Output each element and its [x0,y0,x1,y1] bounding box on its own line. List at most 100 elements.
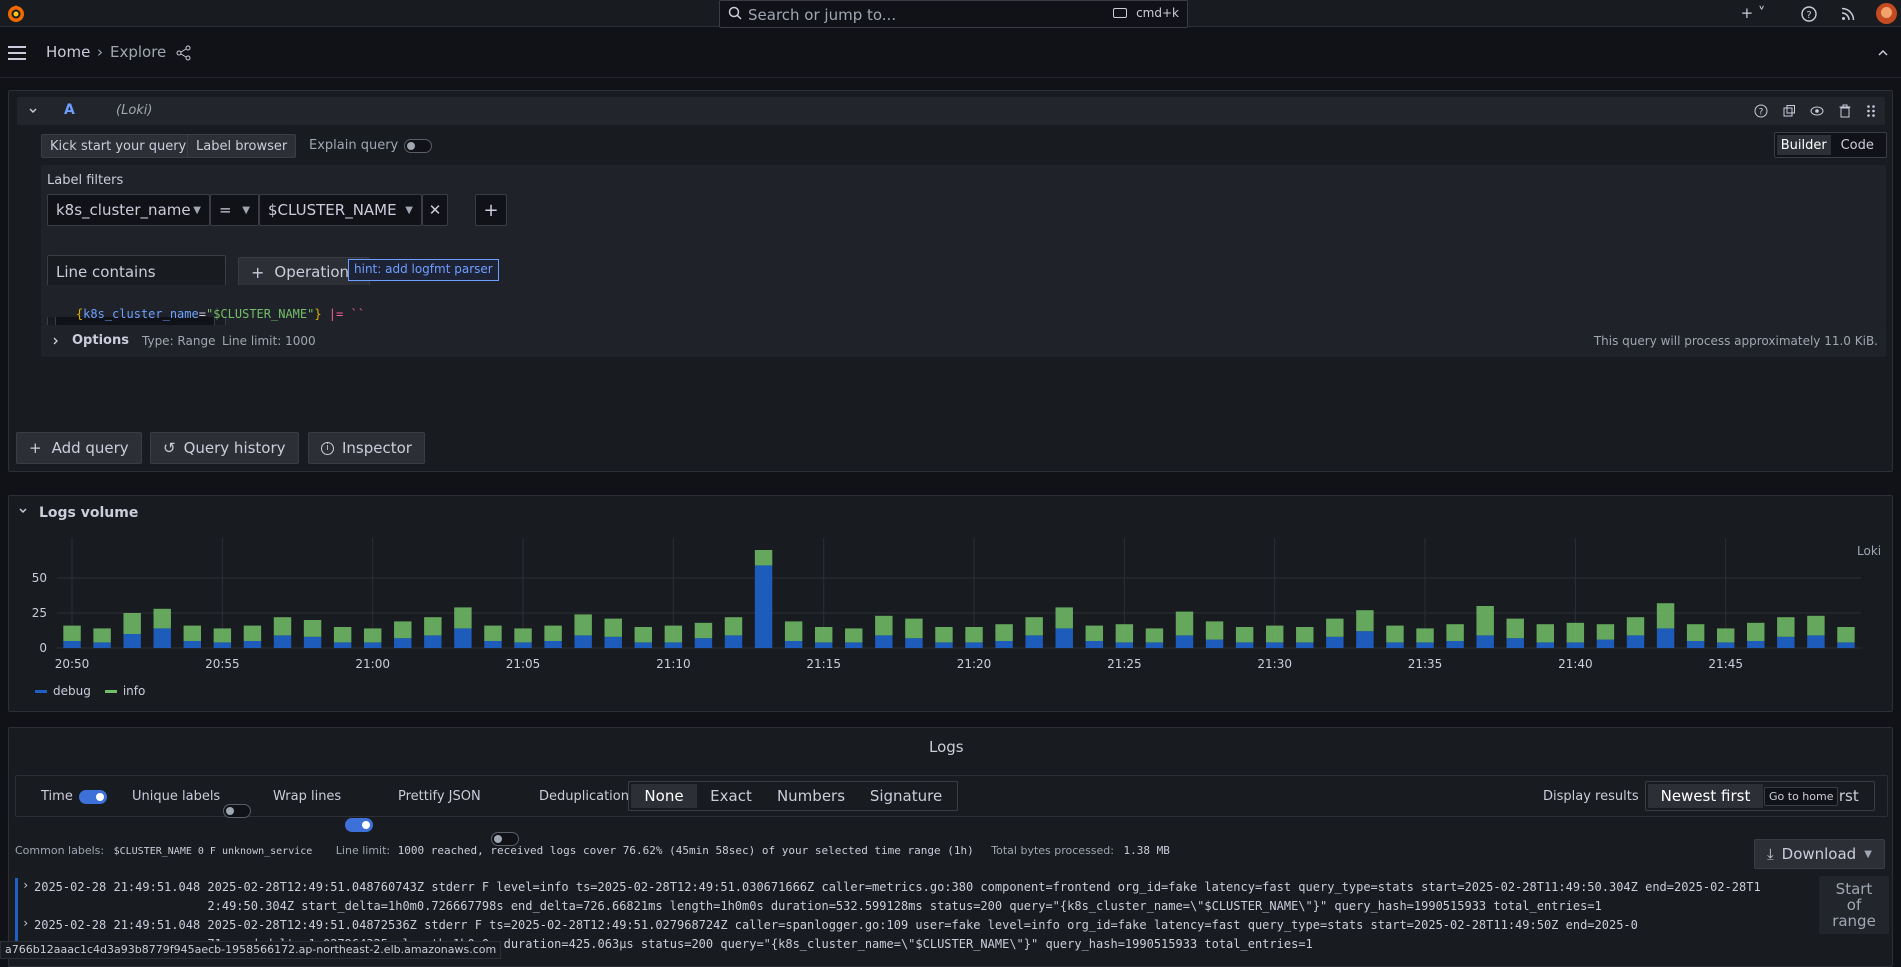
dedup-signature[interactable]: Signature [857,784,955,808]
bar-debug[interactable] [484,641,502,648]
bar-debug[interactable] [845,642,863,648]
bar-info[interactable] [1506,618,1524,639]
bar-info[interactable] [1807,615,1825,636]
expand-row-chevron-icon[interactable]: › [22,878,29,892]
bar-info[interactable] [1536,624,1555,643]
wrap-lines-toggle[interactable] [345,818,373,832]
menu-icon[interactable] [8,46,26,60]
sort-newest-first[interactable]: Newest first [1648,784,1763,808]
bar-debug[interactable] [1777,636,1795,648]
bar-debug[interactable] [424,635,442,648]
breadcrumb-home[interactable]: Home [46,43,90,61]
bar-debug[interactable] [1747,641,1765,648]
bar-debug[interactable] [1235,642,1254,648]
code-mode-button[interactable]: Code [1831,135,1885,155]
bar-info[interactable] [153,608,171,629]
bar-info[interactable] [183,625,202,641]
bar-info[interactable] [1356,610,1374,632]
bar-debug[interactable] [1596,639,1615,648]
bar-debug[interactable] [1566,642,1585,648]
bar-debug[interactable] [1656,628,1675,648]
bar-debug[interactable] [664,642,683,648]
bar-debug[interactable] [1686,641,1705,648]
bar-debug[interactable] [754,565,773,648]
bar-info[interactable] [1386,625,1404,643]
bar-info[interactable] [1777,617,1795,637]
bar-info[interactable] [333,627,352,643]
bar-info[interactable] [303,620,322,637]
bar-debug[interactable] [965,642,983,648]
filter-operator-select[interactable]: = ▼ [210,194,259,226]
bar-info[interactable] [1085,625,1104,641]
remove-filter-button[interactable]: ✕ [422,194,448,226]
bar-debug[interactable] [1386,642,1404,648]
bar-info[interactable] [243,625,262,641]
explain-query-toggle[interactable] [404,139,432,153]
bar-debug[interactable] [93,642,111,648]
bar-debug[interactable] [905,638,923,648]
bar-info[interactable] [1235,627,1254,643]
bar-info[interactable] [273,617,292,636]
bar-info[interactable] [724,617,743,636]
bar-info[interactable] [1626,617,1645,636]
bar-info[interactable] [574,614,592,636]
bar-debug[interactable] [1145,642,1164,648]
bar-info[interactable] [213,628,232,643]
bar-debug[interactable] [1807,635,1825,648]
bar-debug[interactable] [514,642,532,648]
bar-info[interactable] [1596,624,1615,640]
bar-info[interactable] [905,618,923,639]
bar-debug[interactable] [1536,642,1555,648]
bar-info[interactable] [1265,625,1284,643]
bar-info[interactable] [784,621,803,641]
bar-info[interactable] [1416,628,1434,643]
bar-debug[interactable] [935,642,953,648]
bar-info[interactable] [995,624,1013,641]
bar-debug[interactable] [574,635,592,648]
bar-info[interactable] [1025,617,1043,636]
bar-debug[interactable] [1837,642,1855,648]
bar-info[interactable] [604,618,622,637]
bar-info[interactable] [814,627,833,643]
bar-debug[interactable] [1506,638,1524,648]
bar-info[interactable] [63,625,81,641]
news-feed-icon[interactable] [1838,4,1858,24]
collapse-chevron-up-icon[interactable] [1876,46,1890,60]
bar-info[interactable] [1115,624,1134,643]
legend-item-debug[interactable]: debug [35,684,91,698]
bar-info[interactable] [965,627,983,643]
bar-info[interactable] [875,615,893,636]
delete-query-trash-icon[interactable] [1838,104,1852,118]
bar-debug[interactable] [63,641,81,648]
bar-info[interactable] [424,617,442,636]
bar-debug[interactable] [1626,635,1645,648]
bar-debug[interactable] [213,642,232,648]
bar-info[interactable] [694,622,713,639]
kick-start-button[interactable]: Kick start your query [41,134,196,158]
bar-debug[interactable] [273,635,292,648]
bar-debug[interactable] [724,635,743,648]
bar-debug[interactable] [303,636,322,648]
drag-handle-icon[interactable] [1866,104,1876,118]
expand-row-chevron-icon[interactable]: › [22,916,29,930]
hide-query-eye-icon[interactable] [1810,104,1824,118]
bar-debug[interactable] [1356,631,1374,648]
bar-info[interactable] [544,625,562,641]
query-history-button[interactable]: ↺ Query history [150,432,299,464]
bar-debug[interactable] [1326,636,1344,648]
bar-info[interactable] [1476,606,1494,636]
bar-info[interactable] [454,607,472,629]
bar-info[interactable] [1055,607,1073,629]
bar-debug[interactable] [454,628,472,648]
bar-debug[interactable] [333,642,352,648]
bar-info[interactable] [1656,603,1675,629]
bar-debug[interactable] [153,628,171,648]
add-query-button[interactable]: + Add query [16,432,142,464]
bar-info[interactable] [1175,611,1194,636]
bar-info[interactable] [1716,628,1735,643]
bar-info[interactable] [1205,621,1224,640]
bar-info[interactable] [664,625,683,643]
filter-value-select[interactable]: $CLUSTER_NAME ▼ [259,194,422,226]
unique-labels-toggle[interactable] [223,804,251,818]
bar-debug[interactable] [1175,635,1194,648]
